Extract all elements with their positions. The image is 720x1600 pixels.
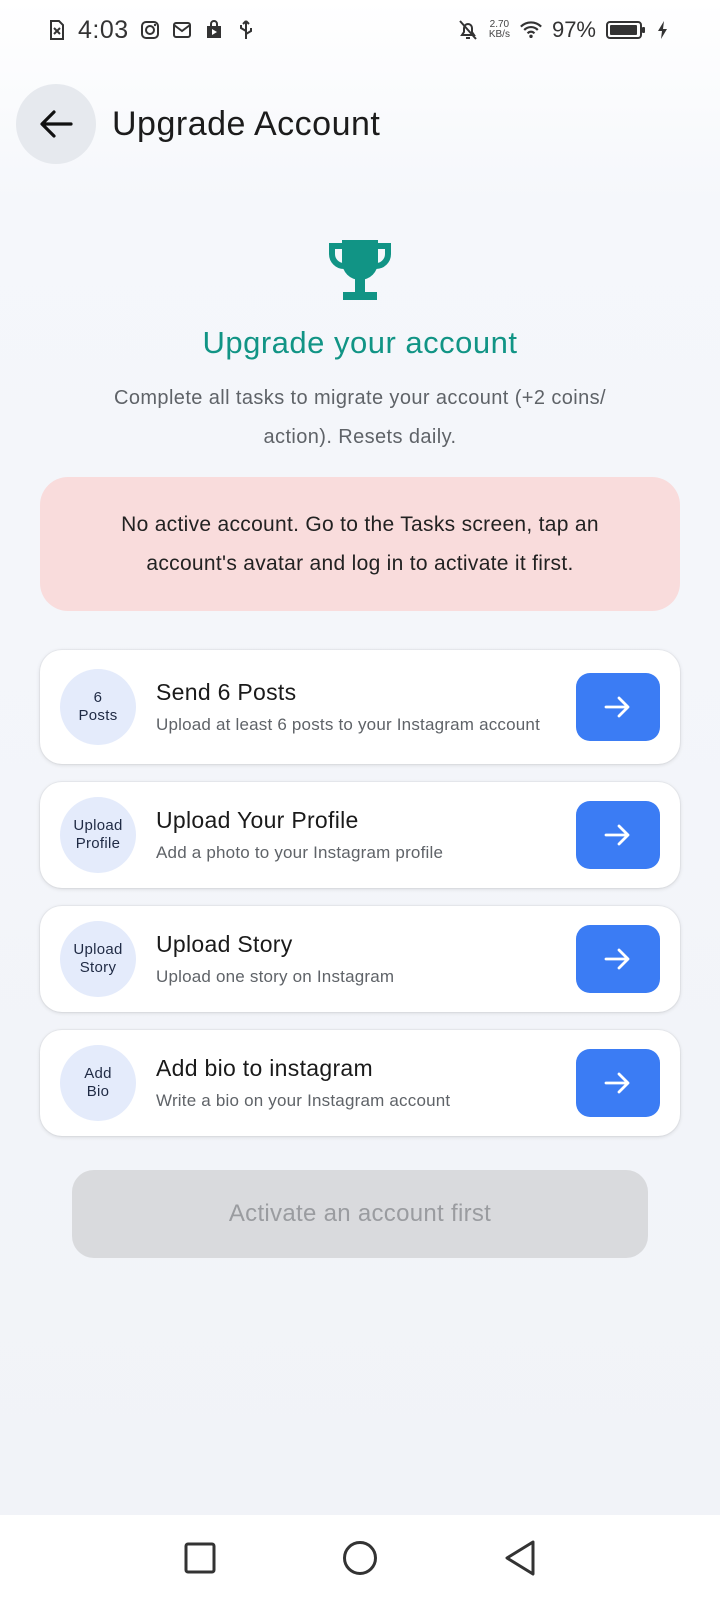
circle-icon — [343, 1540, 377, 1575]
network-speed: 2.70 KB/s — [489, 20, 510, 40]
battery-icon — [606, 21, 645, 39]
battery-percent: 97% — [551, 17, 596, 42]
charging-icon — [652, 19, 674, 41]
task-card-add-bio[interactable]: Add Bio Add bio to instagram Write a bio… — [40, 1030, 680, 1136]
task-card-send-posts[interactable]: 6 Posts Send 6 Posts Upload at least 6 p… — [40, 650, 680, 764]
hero-title: Upgrade your account — [202, 325, 518, 360]
arrow-right-icon — [604, 1072, 630, 1094]
task-title: Send 6 Posts — [156, 679, 297, 705]
task-go-button[interactable] — [576, 801, 660, 869]
notifications-off-icon — [457, 19, 479, 41]
task-text: Add bio to instagram Write a bio on your… — [156, 1055, 576, 1111]
no-active-account-alert: No active account. Go to the Tasks scree… — [40, 477, 680, 611]
recents-button[interactable] — [176, 1534, 224, 1582]
task-description: Upload one story on Instagram — [156, 967, 395, 986]
home-button[interactable] — [336, 1534, 384, 1582]
mail-icon — [171, 19, 193, 41]
sim-off-icon — [46, 19, 68, 41]
task-card-upload-profile[interactable]: Upload Profile Upload Your Profile Add a… — [40, 782, 680, 888]
task-title: Upload Story — [156, 931, 293, 957]
alert-message: No active account. Go to the Tasks scree… — [121, 513, 599, 575]
task-go-button[interactable] — [576, 1049, 660, 1117]
task-title: Upload Your Profile — [156, 807, 359, 833]
network-speed-unit: KB/s — [488, 29, 510, 40]
triangle-back-icon — [505, 1540, 535, 1575]
task-description: Add a photo to your Instagram profile — [156, 843, 444, 862]
arrow-right-icon — [604, 696, 630, 718]
trophy-icon — [325, 236, 395, 306]
activate-account-button[interactable]: Activate an account first — [72, 1170, 648, 1258]
task-text: Upload Your Profile Add a photo to your … — [156, 807, 576, 863]
task-text: Upload Story Upload one story on Instagr… — [156, 931, 576, 987]
task-title: Add bio to instagram — [156, 1055, 373, 1081]
task-badge: Upload Story — [60, 921, 136, 997]
task-badge: Upload Profile — [60, 797, 136, 873]
app-header: Upgrade Account — [16, 84, 380, 164]
status-bar-right: 2.70 KB/s 97% — [457, 17, 674, 43]
usb-icon — [235, 19, 257, 41]
status-bar-left: 4:03 — [46, 16, 257, 45]
battery-level — [610, 25, 638, 35]
instagram-icon — [139, 19, 161, 41]
status-time: 4:03 — [78, 15, 129, 44]
task-card-upload-story[interactable]: Upload Story Upload Story Upload one sto… — [40, 906, 680, 1012]
task-description: Upload at least 6 posts to your Instagra… — [156, 715, 541, 734]
system-nav-bar — [0, 1515, 720, 1600]
back-button[interactable] — [16, 84, 96, 164]
task-text: Send 6 Posts Upload at least 6 posts to … — [156, 679, 576, 735]
task-go-button[interactable] — [576, 673, 660, 741]
square-icon — [184, 1542, 216, 1573]
task-badge: Add Bio — [60, 1045, 136, 1121]
arrow-left-icon — [40, 110, 73, 138]
back-nav-button[interactable] — [496, 1534, 544, 1582]
task-description: Write a bio on your Instagram account — [156, 1091, 451, 1110]
hero-subtitle: Complete all tasks to migrate your accou… — [114, 387, 606, 448]
status-bar: 4:03 2.70 KB/s 97% — [0, 0, 720, 60]
arrow-right-icon — [604, 948, 630, 970]
task-go-button[interactable] — [576, 925, 660, 993]
play-store-icon — [203, 19, 225, 41]
arrow-right-icon — [604, 824, 630, 846]
hero-section: Upgrade your account Complete all tasks … — [0, 236, 720, 457]
wifi-icon — [520, 19, 542, 41]
page-title: Upgrade Account — [112, 104, 381, 143]
task-badge: 6 Posts — [60, 669, 136, 745]
